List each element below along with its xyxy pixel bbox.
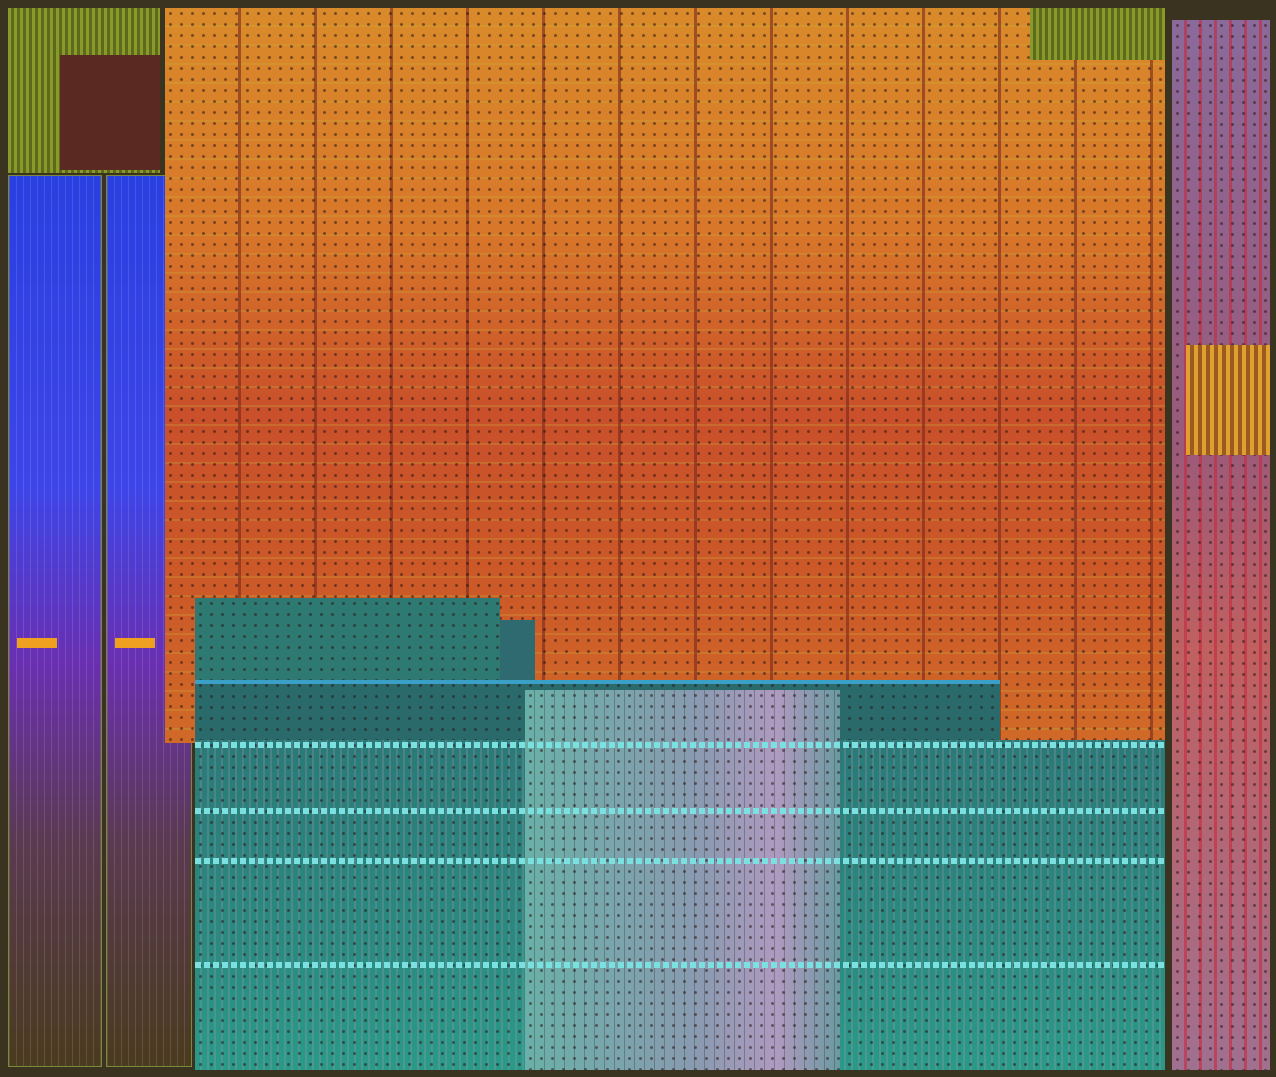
teal-upper-block — [195, 598, 500, 688]
top-right-logic-block — [1030, 8, 1165, 60]
pad-row — [195, 808, 1165, 814]
pad-row — [195, 742, 1165, 748]
gold-block — [1186, 345, 1270, 455]
column-marker — [17, 638, 57, 648]
right-io-strip — [1172, 20, 1270, 1070]
pad-row — [195, 858, 1165, 864]
top-left-core-block — [60, 55, 160, 170]
memory-column-left — [8, 175, 102, 1067]
pad-row — [195, 962, 1165, 968]
column-marker — [115, 638, 155, 648]
